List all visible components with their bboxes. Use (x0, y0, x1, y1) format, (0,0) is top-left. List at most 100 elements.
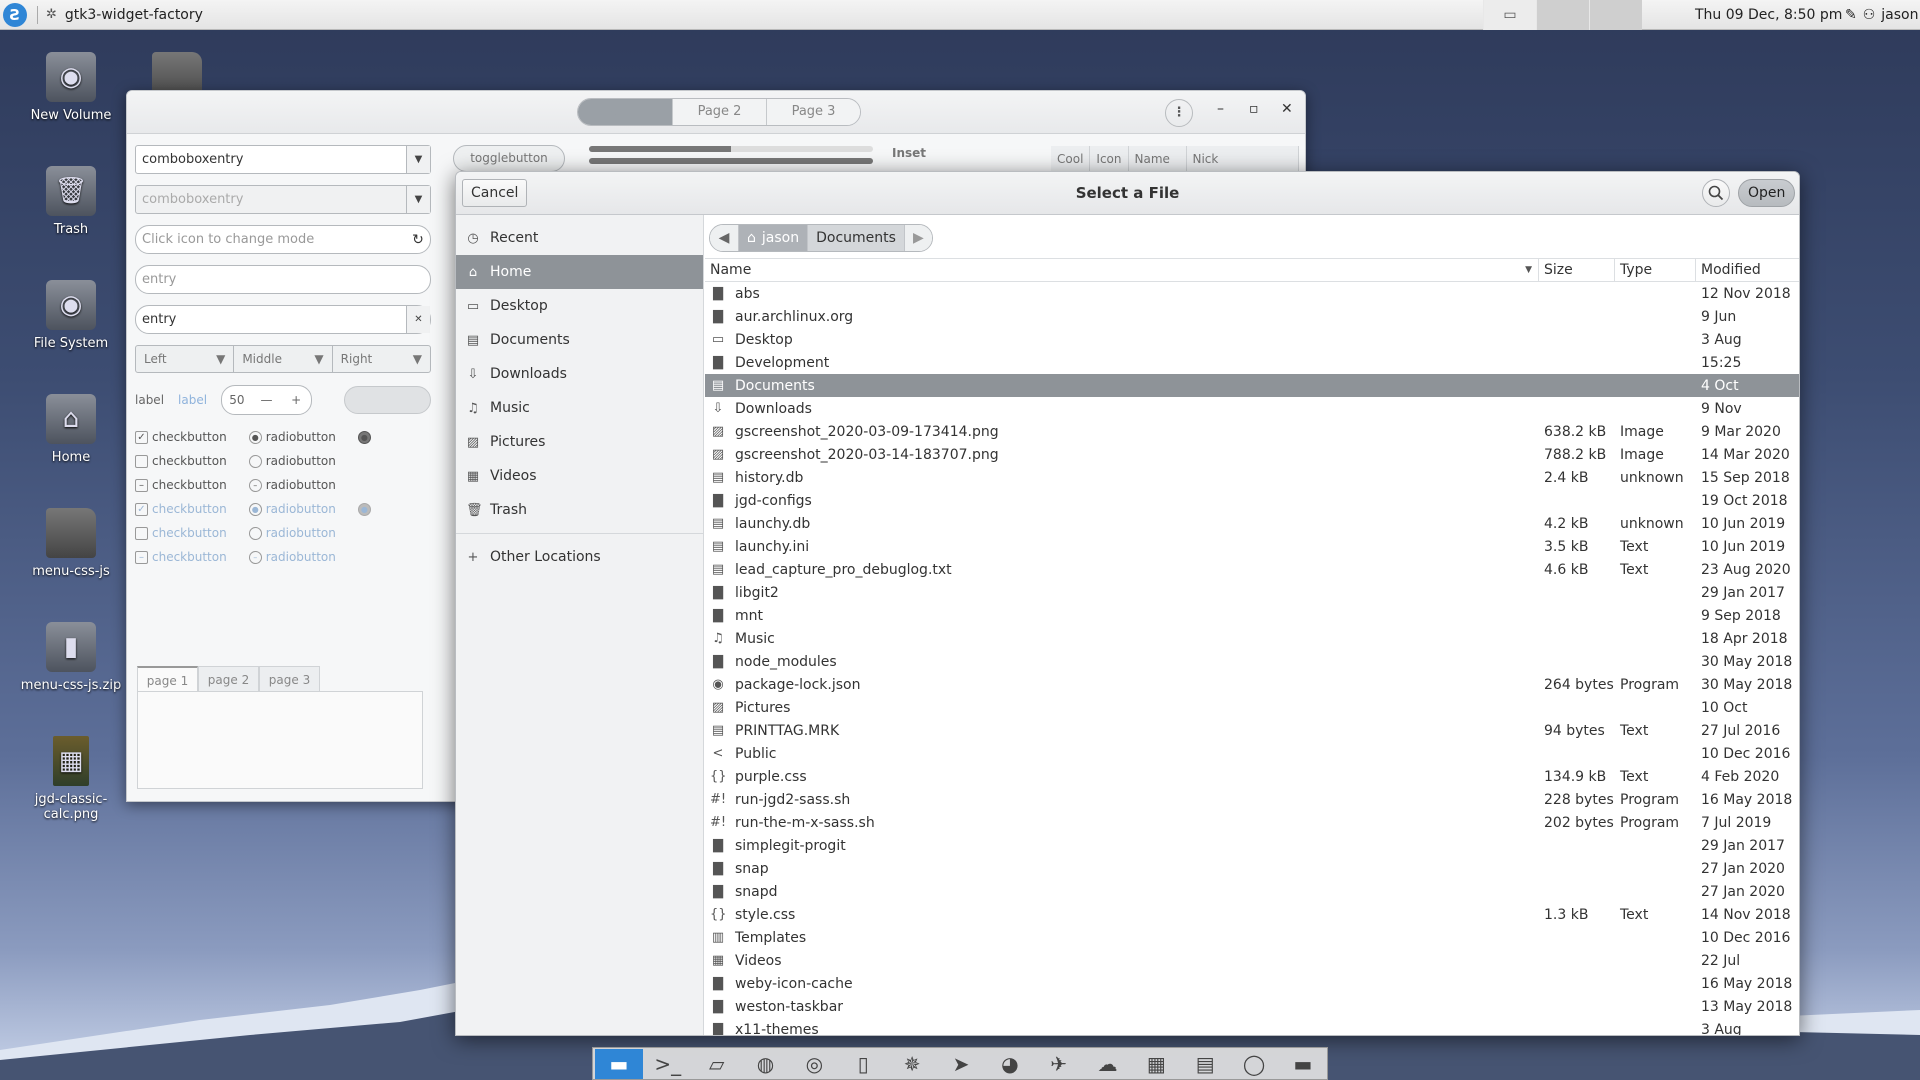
column-header-modified[interactable]: Modified (1696, 259, 1799, 281)
sidebar-item-desktop[interactable]: ▭ Desktop (456, 289, 703, 323)
file-name-cell[interactable]: ▇ x11-themes (705, 1022, 1539, 1036)
file-name-cell[interactable]: ▇ abs (705, 286, 1539, 302)
checkbox-checked[interactable]: ✓ (135, 430, 148, 444)
file-name-cell[interactable]: ▤ launchy.db (705, 516, 1539, 532)
table-row[interactable]: ▇ weston-taskbar 13 May 2018 (705, 995, 1799, 1018)
dock-launcher-icon[interactable]: ▤ (1181, 1049, 1229, 1079)
table-row[interactable]: ▥ Templates 10 Dec 2016 (705, 926, 1799, 949)
file-name-cell[interactable]: ▇ snap (705, 861, 1539, 877)
desktop-icon-menu-css-js-zip[interactable]: ▮ menu-css-js.zip (11, 622, 131, 693)
comboboxentry[interactable]: comboboxentry ▼ (135, 145, 431, 174)
file-name-cell[interactable]: ◉ package-lock.json (705, 677, 1539, 693)
table-row[interactable]: ▇ x11-themes 3 Aug (705, 1018, 1799, 1036)
file-name-cell[interactable]: ▨ Pictures (705, 700, 1539, 716)
table-row[interactable]: ◉ package-lock.json 264 bytes Program 30 May… (705, 673, 1799, 696)
combo-left[interactable]: Left ▼ (135, 345, 235, 373)
dock-launcher-icon[interactable]: ▬ (595, 1048, 643, 1079)
mode-entry[interactable]: Click icon to change mode ↻ (135, 225, 431, 254)
file-name-cell[interactable]: ▇ mnt (705, 608, 1539, 624)
sidebar-item-home[interactable]: ⌂ Home (456, 255, 703, 289)
table-row[interactable]: ▨ gscreenshot_2020-03-14-183707.png 788.2 … (705, 443, 1799, 466)
dock-launcher-icon[interactable]: ☁ (1084, 1049, 1132, 1079)
tab-page-1[interactable]: page 1 (137, 666, 198, 692)
page-1-button[interactable]: Page 1 (578, 99, 672, 125)
search-button[interactable] (1702, 179, 1730, 207)
table-row[interactable]: ▦ Videos 22 Jul (705, 949, 1799, 972)
table-row[interactable]: ▇ mnt 9 Sep 2018 (705, 604, 1799, 627)
close-icon[interactable]: ✕ (1281, 101, 1293, 117)
sidebar-item-downloads[interactable]: ⇩ Downloads (456, 357, 703, 391)
page-2-button[interactable]: Page 2 (672, 99, 766, 125)
table-row[interactable]: ▇ node_modules 30 May 2018 (705, 650, 1799, 673)
file-name-cell[interactable]: ▨ gscreenshot_2020-03-14-183707.png (705, 447, 1539, 463)
table-row[interactable]: {} style.css 1.3 kB Text 14 Nov 2018 (705, 903, 1799, 926)
dock-launcher-icon[interactable]: ◯ (1230, 1049, 1278, 1079)
clock[interactable]: Thu 09 Dec, 8:50 pm (1695, 0, 1842, 30)
dock-launcher-icon[interactable]: ◕ (986, 1049, 1034, 1079)
active-window-title[interactable]: gtk3-widget-factory (65, 7, 203, 23)
radio-selected[interactable]: ● (248, 430, 262, 444)
combo-middle[interactable]: Middle ▼ (233, 345, 333, 373)
sidebar-item-documents[interactable]: ▤ Documents (456, 323, 703, 357)
desktop-icon-trash[interactable]: 🗑 Trash (11, 166, 131, 237)
table-row[interactable]: {} purple.css 134.9 kB Text 4 Feb 2020 (705, 765, 1799, 788)
file-name-cell[interactable]: ▇ weston-taskbar (705, 999, 1539, 1015)
dock-launcher-icon[interactable]: ▯ (839, 1049, 887, 1079)
file-name-cell[interactable]: < Public (705, 746, 1539, 762)
file-name-cell[interactable]: ▇ jgd-configs (705, 493, 1539, 509)
column-header-size[interactable]: Size (1539, 259, 1615, 281)
table-row[interactable]: ▤ launchy.db 4.2 kB unknown 10 Jun 2019 (705, 512, 1799, 535)
sidebar-item-trash[interactable]: 🗑 Trash (456, 493, 703, 527)
file-name-cell[interactable]: ▇ libgit2 (705, 585, 1539, 601)
menu-logo-icon[interactable]: Ƨ (3, 2, 27, 27)
column-header-name[interactable]: Name ▼ (705, 259, 1539, 281)
table-row[interactable]: #! run-jgd2-sass.sh 228 bytes Program 16 May… (705, 788, 1799, 811)
file-name-cell[interactable]: ▇ weby-icon-cache (705, 976, 1539, 992)
table-row[interactable]: ⇩ Downloads 9 Nov (705, 397, 1799, 420)
table-row[interactable]: < Public 10 Dec 2016 (705, 742, 1799, 765)
tab-page-2[interactable]: page 2 (198, 666, 259, 692)
dock-launcher-icon[interactable]: >_ (644, 1049, 692, 1079)
dock-launcher-icon[interactable]: ➤ (937, 1049, 985, 1079)
table-row[interactable]: ▤ history.db 2.4 kB unknown 15 Sep 2018 (705, 466, 1799, 489)
dock-launcher-icon[interactable]: ◍ (742, 1049, 790, 1079)
dock-launcher-icon[interactable]: ▱ (693, 1049, 741, 1079)
path-forward-button[interactable]: ▶ (903, 225, 932, 251)
checkbox-unchecked[interactable] (135, 454, 148, 468)
file-name-cell[interactable]: ▦ Videos (705, 953, 1539, 969)
sidebar-item-pictures[interactable]: ▨ Pictures (456, 425, 703, 459)
desktop-icon-file-system[interactable]: ◉ File System (11, 280, 131, 351)
dock-launcher-icon[interactable]: ▦ (1132, 1049, 1180, 1079)
table-row[interactable]: ▇ libgit2 29 Jan 2017 (705, 581, 1799, 604)
dock-launcher-icon[interactable]: ✵ (888, 1049, 936, 1079)
table-row[interactable]: ▇ aur.archlinux.org 9 Jun (705, 305, 1799, 328)
refresh-icon[interactable]: ↻ (406, 232, 430, 248)
table-row[interactable]: ▇ snap 27 Jan 2020 (705, 857, 1799, 880)
file-name-cell[interactable]: ▇ Development (705, 355, 1539, 371)
chevron-down-icon[interactable]: ▼ (406, 146, 430, 173)
entry-value[interactable]: entry (136, 312, 406, 327)
table-row[interactable]: ▨ gscreenshot_2020-03-09-173414.png 638.2 … (705, 420, 1799, 443)
clear-icon[interactable]: ✕ (406, 306, 430, 333)
table-row[interactable]: ▇ abs 12 Nov 2018 (705, 282, 1799, 305)
file-name-cell[interactable]: ▤ history.db (705, 470, 1539, 486)
table-row[interactable]: ▭ Desktop 3 Aug (705, 328, 1799, 351)
togglebutton[interactable]: togglebutton (453, 145, 565, 172)
file-name-cell[interactable]: ▥ Templates (705, 930, 1539, 946)
file-name-cell[interactable]: ▤ Documents (705, 378, 1539, 394)
path-back-button[interactable]: ◀ (710, 225, 738, 251)
desktop-icon-menu-css-js[interactable]: menu-css-js (11, 508, 131, 579)
file-name-cell[interactable]: ▇ snapd (705, 884, 1539, 900)
cancel-button[interactable]: Cancel (462, 179, 528, 207)
file-name-cell[interactable]: ♫ Music (705, 631, 1539, 647)
spin-value[interactable]: 50 (222, 393, 252, 407)
taskbar-window-button[interactable] (1536, 0, 1589, 30)
table-row[interactable]: #! run-the-m-x-sass.sh 202 bytes Program 7 J… (705, 811, 1799, 834)
file-name-cell[interactable]: ▤ PRINTTAG.MRK (705, 723, 1539, 739)
table-row[interactable]: ▇ weby-icon-cache 16 May 2018 (705, 972, 1799, 995)
file-name-cell[interactable]: {} style.css (705, 907, 1539, 923)
spin-button[interactable]: 50 — + (221, 385, 312, 415)
file-name-cell[interactable]: #! run-jgd2-sass.sh (705, 792, 1539, 808)
desktop-icon-new-volume[interactable]: ◉ New Volume (11, 52, 131, 123)
taskbar-window-button[interactable]: ▭ (1483, 0, 1536, 30)
